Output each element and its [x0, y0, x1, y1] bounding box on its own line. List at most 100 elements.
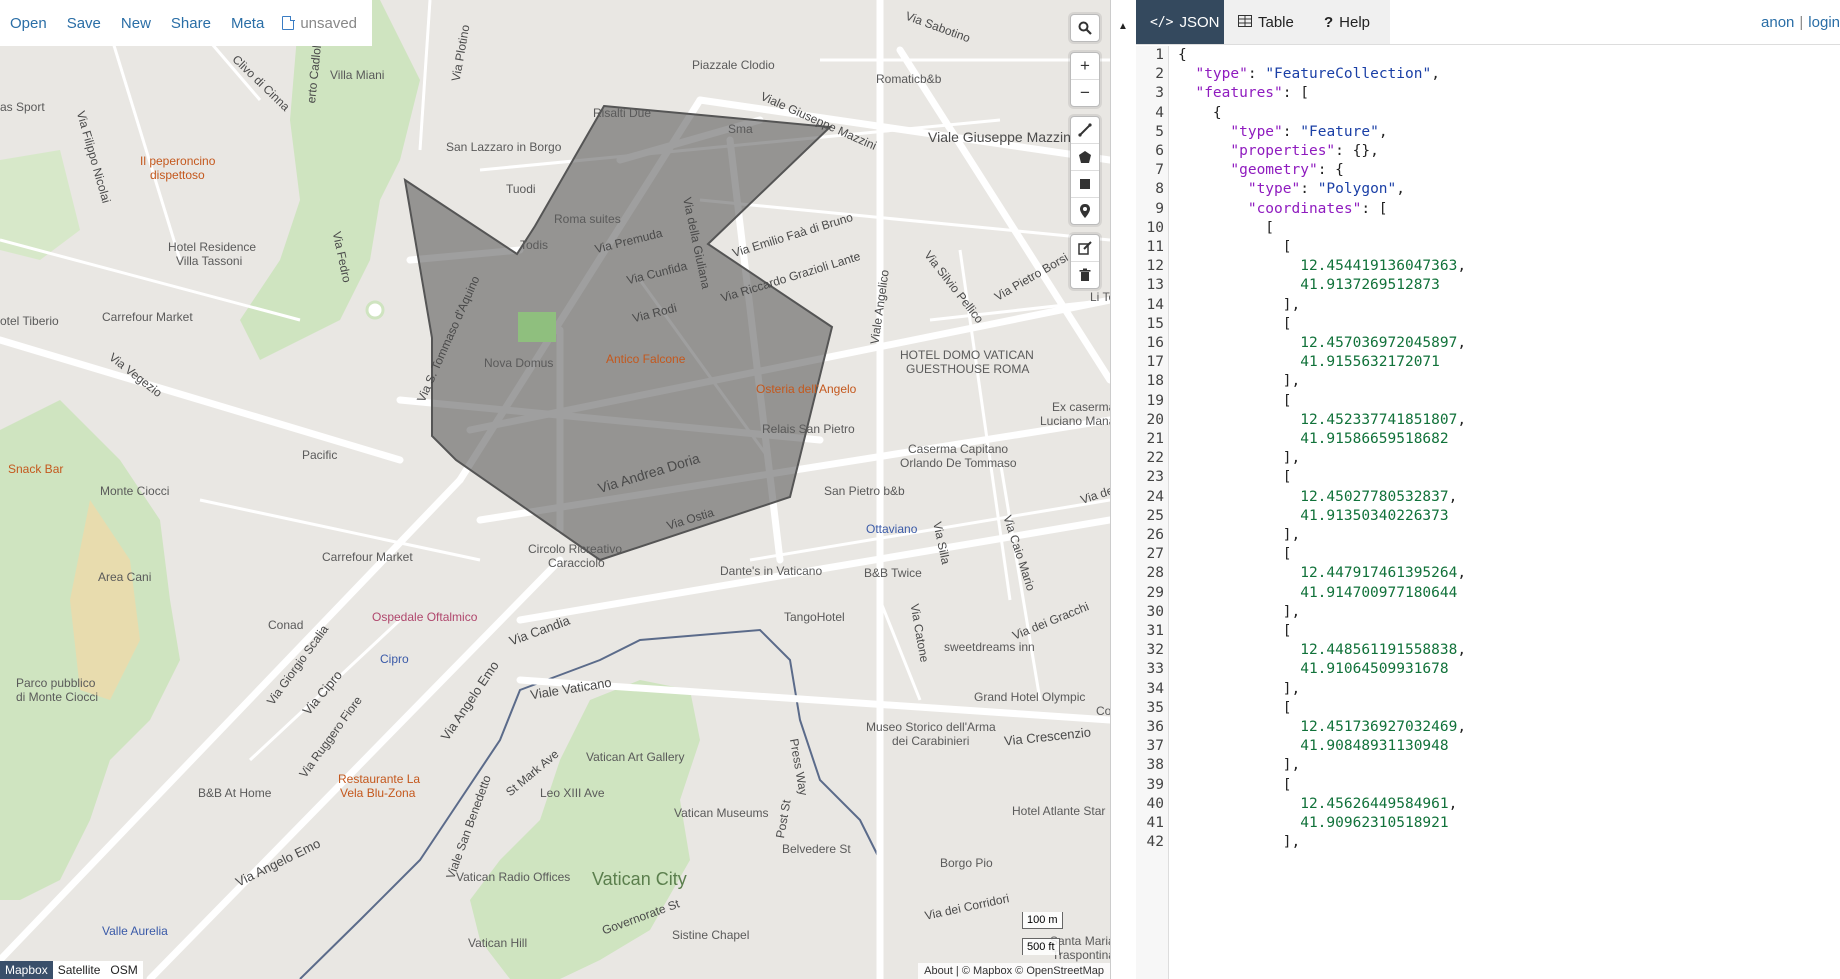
map-label: Vatican City: [592, 869, 687, 889]
login-link[interactable]: login: [1808, 14, 1840, 31]
code-text: 12.45626449584961,: [1300, 795, 1458, 812]
code-text: 41.91350340226373: [1300, 507, 1449, 524]
map-label: Circolo Ricreativo: [528, 542, 623, 556]
collapse-panel-icon[interactable]: ▲: [1113, 16, 1133, 36]
map-label: Il peperoncino: [140, 154, 216, 168]
right-panel: </> JSON Table ? Help anon | login 1 {2 "…: [1136, 0, 1840, 979]
map-label: Li Tere: [1090, 290, 1110, 304]
search-icon[interactable]: [1071, 15, 1099, 41]
map-label: Dante's in Vaticano: [720, 564, 823, 578]
save-button[interactable]: Save: [57, 15, 111, 32]
code-text: "coordinates": [: [1247, 200, 1388, 217]
file-status-text: unsaved: [300, 14, 358, 32]
line-number: 41: [1146, 815, 1164, 831]
code-text: 41.9137269512873: [1300, 277, 1440, 294]
layer-satellite[interactable]: Satellite: [53, 961, 106, 979]
auth-separator: |: [1799, 13, 1804, 31]
map-label: San Lazzaro in Borgo: [446, 140, 562, 154]
map-label: di Monte Ciocci: [16, 690, 99, 704]
anon-link[interactable]: anon: [1761, 14, 1794, 31]
layer-mapbox[interactable]: Mapbox: [0, 961, 53, 979]
code-text: 41.90962310518921: [1300, 815, 1449, 831]
code-text: 12.457036972045897,: [1300, 335, 1467, 351]
map-label: Borgo Pio: [940, 856, 993, 870]
line-number: 39: [1146, 776, 1164, 793]
line-number: 13: [1146, 277, 1164, 294]
draw-marker-icon[interactable]: [1071, 198, 1099, 224]
code-text: "features": [: [1195, 85, 1309, 102]
map-label: Antico Falcone: [606, 352, 686, 366]
map-label: Parco pubblico: [16, 676, 96, 690]
zoom-control: + −: [1070, 52, 1100, 107]
line-number: 35: [1146, 699, 1164, 716]
line-number: 37: [1146, 738, 1164, 755]
map-label: Pacific: [302, 448, 338, 462]
code-text: [: [1178, 546, 1292, 563]
zoom-out-button[interactable]: −: [1071, 80, 1099, 106]
code-text: [: [1178, 219, 1275, 236]
code-text: ],: [1178, 680, 1301, 697]
code-text: ],: [1178, 296, 1301, 313]
map-label: Viale Giuseppe Mazzini: [928, 129, 1075, 145]
meta-button[interactable]: Meta: [221, 15, 274, 32]
line-number: 28: [1146, 565, 1164, 582]
line-number: 17: [1146, 354, 1164, 371]
scale-imperial: 500 ft: [1022, 938, 1060, 955]
map-label: Sistine Chapel: [672, 928, 750, 942]
line-number: 29: [1146, 584, 1164, 601]
line-number: 20: [1146, 411, 1164, 428]
map-label: Ex caserma: [1052, 400, 1110, 414]
tab-json[interactable]: </> JSON: [1136, 0, 1224, 44]
map-label: Relais San Pietro: [762, 422, 855, 436]
draw-rectangle-icon[interactable]: [1071, 171, 1099, 198]
map-label: Sma: [728, 122, 753, 136]
line-number: 38: [1146, 757, 1164, 774]
map-attribution[interactable]: About | © Mapbox © OpenStreetMap: [918, 963, 1110, 979]
line-number: 12: [1146, 258, 1164, 275]
line-number: 16: [1146, 335, 1164, 351]
map-label: Osteria dell'Angelo: [756, 382, 857, 396]
code-text: 41.914700977180644: [1300, 584, 1458, 601]
edit-icon[interactable]: [1071, 235, 1099, 262]
zoom-in-button[interactable]: +: [1071, 53, 1099, 80]
map-label: B&B Twice: [864, 566, 922, 580]
map-label: Traspontina: [1052, 948, 1110, 962]
line-number: 33: [1146, 661, 1164, 678]
tab-table[interactable]: Table: [1224, 0, 1310, 44]
open-button[interactable]: Open: [0, 15, 57, 32]
share-button[interactable]: Share: [161, 15, 221, 32]
code-text: ],: [1178, 757, 1301, 774]
map-label: Risalti Due: [593, 106, 652, 120]
map-label: Villa Tassoni: [176, 254, 243, 268]
line-number: 19: [1146, 392, 1164, 409]
draw-line-icon[interactable]: [1071, 117, 1099, 144]
map-label: dei Carabinieri: [892, 734, 970, 748]
code-text: ],: [1178, 834, 1301, 851]
code-text: "geometry": {: [1230, 162, 1344, 179]
map-label: Villa Miani: [330, 68, 385, 82]
line-number: 34: [1146, 680, 1164, 697]
code-text: 41.91064509931678: [1300, 661, 1449, 678]
code-text: 12.451736927032469,: [1300, 719, 1467, 735]
json-editor[interactable]: 1 {2 "type": "FeatureCollection", 3 "featu…: [1136, 46, 1840, 979]
draw-polygon-icon[interactable]: [1071, 144, 1099, 171]
code-text: "properties": {},: [1230, 143, 1379, 159]
map-label: Hotel Residence: [168, 240, 257, 254]
tab-help[interactable]: ? Help: [1310, 0, 1390, 44]
code-text: [: [1178, 315, 1292, 332]
map-label: Vela Blu-Zona: [340, 786, 416, 800]
map-label: Hotel Atlante Star: [1012, 804, 1106, 818]
trash-icon[interactable]: [1071, 262, 1099, 288]
line-number: 21: [1146, 431, 1164, 447]
map-label: Caracciolo: [548, 556, 605, 570]
new-button[interactable]: New: [111, 15, 161, 32]
code-text: "type": "Polygon",: [1247, 181, 1406, 198]
draw-toolbar: [1070, 116, 1100, 225]
map-label: Vatican Art Gallery: [586, 750, 685, 764]
map-label: HOTEL DOMO VATICAN: [900, 348, 1034, 362]
pane-divider[interactable]: [1110, 0, 1137, 979]
map[interactable]: Villa Miani Piazzale Clodio Romaticb&b V…: [0, 0, 1110, 979]
layer-osm[interactable]: OSM: [105, 961, 142, 979]
line-number: 14: [1146, 296, 1164, 313]
code-text: "type": "FeatureCollection",: [1195, 66, 1440, 83]
